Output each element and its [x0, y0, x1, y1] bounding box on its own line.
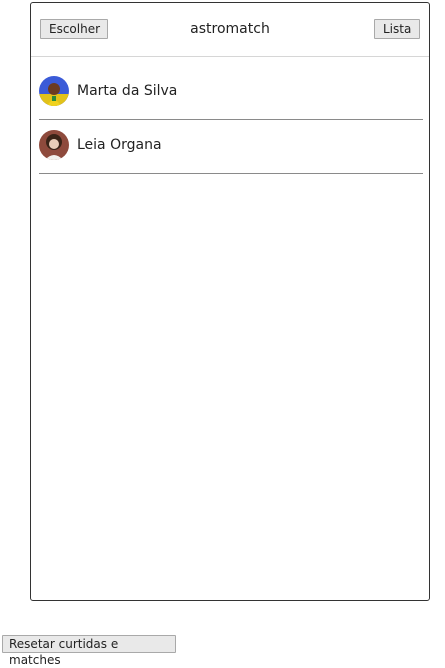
- match-item[interactable]: Leia Organa: [39, 121, 423, 174]
- reset-likes-matches-button[interactable]: Resetar curtidas e matches: [2, 635, 176, 667]
- match-name: Marta da Silva: [77, 83, 178, 99]
- avatar-photo-icon: [39, 76, 69, 106]
- list-button[interactable]: Lista: [374, 19, 420, 39]
- match-item[interactable]: Marta da Silva: [39, 67, 423, 120]
- avatar-photo-icon: [39, 130, 69, 160]
- app-title: astromatch: [190, 21, 270, 37]
- app-header: Escolher astromatch Lista: [31, 3, 429, 57]
- match-list: Marta da Silva Leia Organa: [39, 67, 423, 174]
- app-card: Escolher astromatch Lista Marta da Silva: [30, 2, 430, 601]
- match-name: Leia Organa: [77, 137, 162, 153]
